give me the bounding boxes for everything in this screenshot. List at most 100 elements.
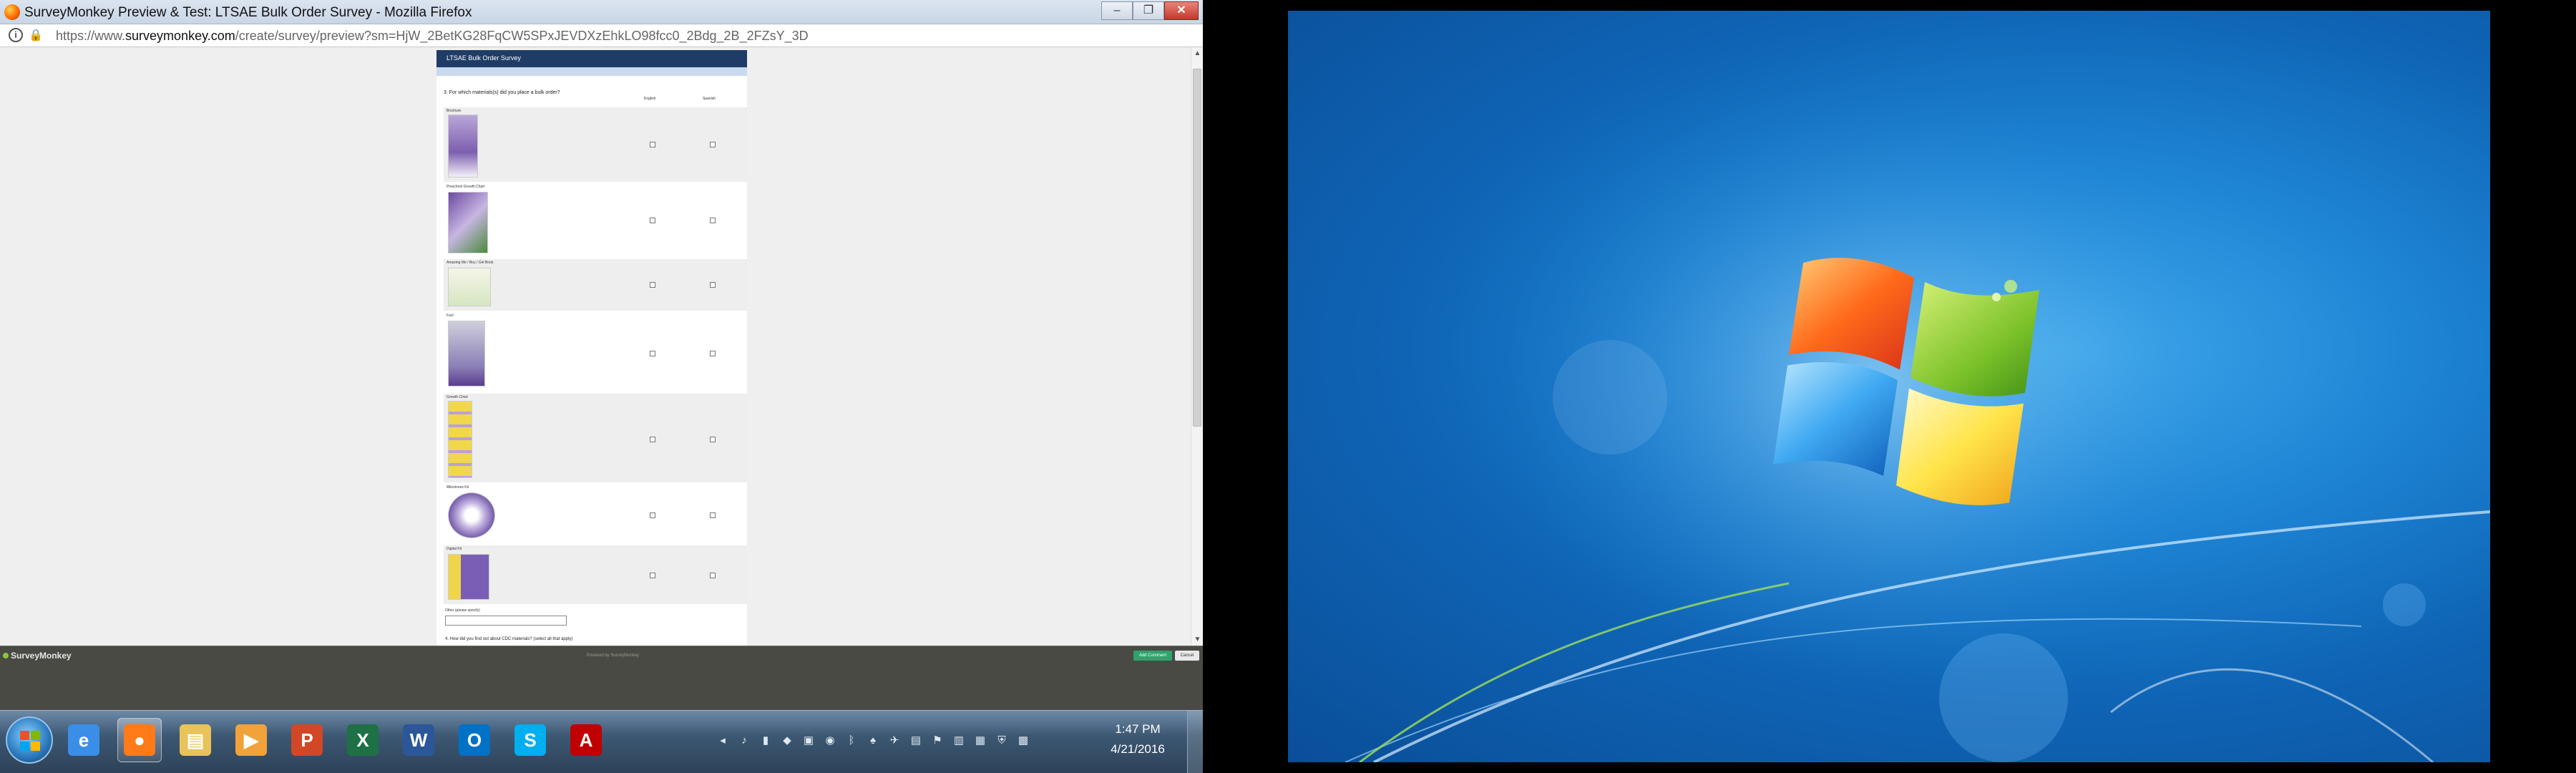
add-comment-button[interactable]: Add Comment (1133, 651, 1172, 661)
skype-icon: S (514, 724, 546, 756)
flag-icon[interactable]: ⚑ (930, 734, 945, 748)
question-title: 3. For which materials(s) did you place … (444, 90, 560, 95)
item-row-fact: Fact (444, 312, 747, 392)
checkbox-spanish[interactable] (710, 437, 716, 442)
taskbar-outlook-button[interactable]: O (452, 718, 497, 762)
excel-icon: X (347, 724, 379, 756)
taskbar-firefox-button[interactable]: ● (117, 718, 162, 762)
tray-app-icon[interactable]: ▣ (801, 734, 816, 748)
windows-flag-icon (20, 731, 40, 751)
item-label: Digital Kit (447, 547, 462, 551)
tray-app-icon[interactable]: ✈ (887, 734, 902, 748)
checkbox-english[interactable] (650, 512, 655, 518)
checkbox-spanish[interactable] (710, 573, 716, 578)
scroll-down-icon[interactable]: ▼ (1191, 633, 1203, 646)
item-row-brochure: Brochure (444, 107, 747, 182)
taskbar: e ● ▤ ▶ P X W O S A ◂ ♪ ▮ ◆ ▣ ◉ ᛒ ♠ ✈ ▤ ⚑ ▥ ▦ ⛨ ▩… (0, 710, 1203, 773)
taskbar-word-button[interactable]: W (396, 718, 441, 762)
tray-app-icon[interactable]: ▤ (909, 734, 923, 748)
taskbar-internet-explorer-button[interactable]: e (62, 718, 106, 762)
checkbox-spanish[interactable] (710, 282, 716, 288)
taskbar-excel-button[interactable]: X (341, 718, 385, 762)
taskbar-skype-button[interactable]: S (508, 718, 552, 762)
window-title: SurveyMonkey Preview & Test: LTSAE Bulk … (24, 5, 472, 20)
lock-icon[interactable]: ▩ (1016, 734, 1030, 748)
cancel-button[interactable]: Cancel (1175, 651, 1199, 661)
item-row-growth-chart-2: Growth Chart (444, 394, 747, 482)
info-icon[interactable]: i (9, 28, 23, 42)
powerpoint-icon: P (291, 724, 323, 756)
item-row-milestones-kit: Milestones Kit (444, 484, 747, 544)
network-icon[interactable]: ▮ (758, 734, 773, 748)
window-controls: – ❐ ✕ (1101, 1, 1199, 20)
url-text[interactable]: https://www.surveymonkey.com/create/surv… (56, 29, 809, 44)
taskbar-acrobat-button[interactable]: A (564, 718, 608, 762)
checkbox-english[interactable] (650, 218, 655, 223)
taskbar-powerpoint-button[interactable]: P (285, 718, 329, 762)
taskbar-media-player-button[interactable]: ▶ (229, 718, 273, 762)
checkbox-english[interactable] (650, 437, 655, 442)
volume-icon[interactable]: ♪ (737, 734, 751, 748)
item-label: Brochure (447, 109, 462, 113)
page-content: LTSAE Bulk Order Survey 3. For which mat… (0, 47, 1203, 646)
clock-time: 1:47 PM (1115, 722, 1161, 736)
logo-text: SurveyMonkey (11, 651, 72, 661)
brochure-thumbnail (448, 115, 478, 178)
fact-thumbnail (448, 321, 485, 386)
checkbox-spanish[interactable] (710, 218, 716, 223)
growth-chart-thumbnail (448, 192, 488, 253)
item-label: Growth Chart (447, 395, 468, 399)
clock[interactable]: 1:47 PM 4/21/2016 (1102, 719, 1174, 759)
close-button[interactable]: ✕ (1164, 1, 1199, 20)
windows-7-wallpaper (1345, 82, 2490, 762)
tray-app-icon[interactable]: ◆ (780, 734, 794, 748)
lock-icon[interactable]: 🔒 (29, 28, 44, 42)
checkbox-spanish[interactable] (710, 512, 716, 518)
item-label: Amazing Me / Boy / Girl Book (447, 261, 494, 265)
start-button[interactable] (6, 716, 53, 764)
milestones-kit-thumbnail (448, 492, 495, 538)
checkbox-english[interactable] (650, 142, 655, 147)
item-row-amazing-me: Amazing Me / Boy / Girl Book (444, 259, 747, 311)
tray-app-icon[interactable]: ♠ (866, 734, 880, 748)
title-bar[interactable]: SurveyMonkey Preview & Test: LTSAE Bulk … (0, 0, 1203, 24)
maximize-button[interactable]: ❐ (1133, 1, 1164, 20)
tray-expand-icon[interactable]: ◂ (716, 734, 730, 748)
next-question-title: 4. How did you find out about CDC materi… (445, 637, 573, 641)
system-tray: ◂ ♪ ▮ ◆ ▣ ◉ ᛒ ♠ ✈ ▤ ⚑ ▥ ▦ ⛨ ▩ (716, 725, 1030, 757)
minimize-button[interactable]: – (1101, 1, 1133, 20)
item-row-digital-kit: Digital Kit (444, 545, 747, 604)
checkbox-english[interactable] (650, 573, 655, 578)
logo-dot-icon (3, 653, 9, 658)
checkbox-english[interactable] (650, 282, 655, 288)
scroll-up-icon[interactable]: ▲ (1191, 47, 1203, 59)
address-bar[interactable]: i 🔒 https://www.surveymonkey.com/create/… (0, 24, 1203, 47)
tray-app-icon[interactable]: ⛨ (995, 734, 1009, 748)
outlook-icon: O (459, 724, 490, 756)
other-label: Other (please specify) (445, 608, 480, 613)
tray-app-icon[interactable]: ▥ (952, 734, 966, 748)
tray-app-icon[interactable]: ◉ (823, 734, 837, 748)
column-headers: English Spanish (436, 95, 747, 104)
checkbox-spanish[interactable] (710, 351, 716, 356)
surveymonkey-preview-bar: SurveyMonkey Powered by SurveyMonkey Add… (0, 646, 1203, 710)
checkbox-spanish[interactable] (710, 142, 716, 147)
vertical-scrollbar[interactable]: ▲ ▼ (1191, 47, 1203, 646)
media-player-icon: ▶ (235, 724, 267, 756)
bluetooth-icon[interactable]: ᛒ (844, 734, 859, 748)
checkbox-english[interactable] (650, 351, 655, 356)
desktop-wallpaper (1288, 11, 2490, 762)
tray-app-icon[interactable]: ▦ (973, 734, 987, 748)
screen: SurveyMonkey Preview & Test: LTSAE Bulk … (0, 0, 2576, 773)
book-thumbnail (448, 268, 491, 306)
show-desktop-button[interactable] (1187, 711, 1203, 773)
clock-date: 4/21/2016 (1111, 742, 1165, 756)
firefox-window: SurveyMonkey Preview & Test: LTSAE Bulk … (0, 0, 1203, 773)
powered-by-text: Powered by SurveyMonkey (587, 653, 640, 658)
firefox-icon: ● (124, 724, 155, 756)
survey-preview: LTSAE Bulk Order Survey 3. For which mat… (436, 50, 747, 646)
acrobat-icon: A (570, 724, 602, 756)
other-input[interactable] (445, 616, 567, 626)
scroll-thumb[interactable] (1193, 69, 1201, 427)
taskbar-file-explorer-button[interactable]: ▤ (173, 718, 218, 762)
